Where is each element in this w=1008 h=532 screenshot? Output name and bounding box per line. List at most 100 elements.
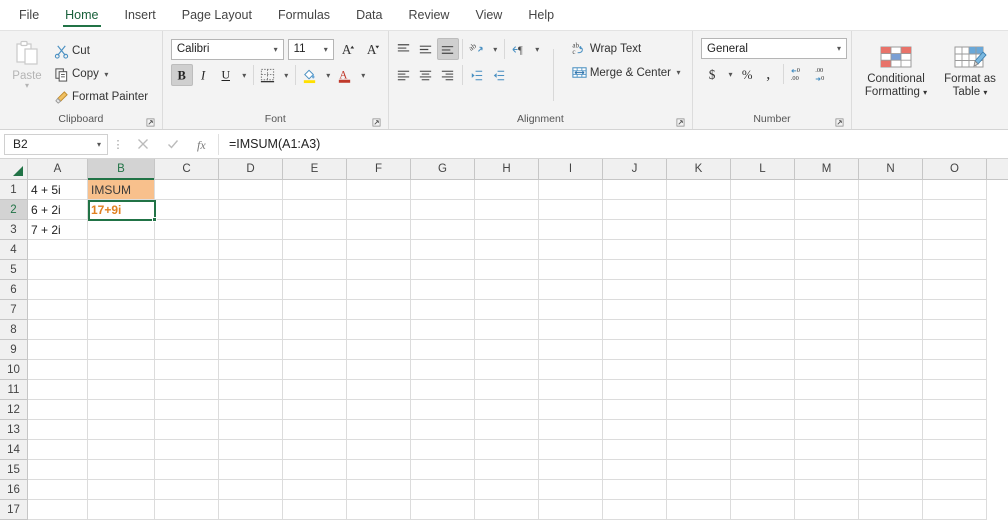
cell-J10[interactable] <box>603 360 667 380</box>
cell-A17[interactable] <box>28 500 88 520</box>
cell-L5[interactable] <box>731 260 795 280</box>
underline-caret-icon[interactable]: ▾ <box>239 71 250 80</box>
cell-D7[interactable] <box>219 300 283 320</box>
cell-G2[interactable] <box>411 200 475 220</box>
row-header-3[interactable]: 3 <box>0 220 28 240</box>
cell-K9[interactable] <box>667 340 731 360</box>
tab-page-layout[interactable]: Page Layout <box>169 0 265 30</box>
cell-M8[interactable] <box>795 320 859 340</box>
cell-N7[interactable] <box>859 300 923 320</box>
cell-A11[interactable] <box>28 380 88 400</box>
cell-L9[interactable] <box>731 340 795 360</box>
column-header-L[interactable]: L <box>731 159 795 179</box>
cell-G17[interactable] <box>411 500 475 520</box>
increase-indent-button[interactable] <box>488 64 510 86</box>
cell-A15[interactable] <box>28 460 88 480</box>
cell-D14[interactable] <box>219 440 283 460</box>
cell-K1[interactable] <box>667 180 731 200</box>
cell-B14[interactable] <box>88 440 155 460</box>
cell-H14[interactable] <box>475 440 539 460</box>
cell-K13[interactable] <box>667 420 731 440</box>
currency-caret-icon[interactable]: ▾ <box>725 70 736 79</box>
cell-F13[interactable] <box>347 420 411 440</box>
row-header-12[interactable]: 12 <box>0 400 28 420</box>
cell-L4[interactable] <box>731 240 795 260</box>
cell-O5[interactable] <box>923 260 987 280</box>
cell-A6[interactable] <box>28 280 88 300</box>
cell-B16[interactable] <box>88 480 155 500</box>
cell-H17[interactable] <box>475 500 539 520</box>
cell-F11[interactable] <box>347 380 411 400</box>
column-header-M[interactable]: M <box>795 159 859 179</box>
cell-E3[interactable] <box>283 220 347 240</box>
cell-J8[interactable] <box>603 320 667 340</box>
cell-O11[interactable] <box>923 380 987 400</box>
cell-M9[interactable] <box>795 340 859 360</box>
cell-C11[interactable] <box>155 380 219 400</box>
cell-L14[interactable] <box>731 440 795 460</box>
cell-O17[interactable] <box>923 500 987 520</box>
conditional-formatting-button[interactable]: Conditional Formatting ▾ <box>862 41 930 100</box>
cell-I10[interactable] <box>539 360 603 380</box>
font-size-combo[interactable]: 11 ▾ <box>287 38 334 60</box>
cell-M11[interactable] <box>795 380 859 400</box>
cell-M15[interactable] <box>795 460 859 480</box>
cell-I1[interactable] <box>539 180 603 200</box>
cell-K5[interactable] <box>667 260 731 280</box>
cell-N6[interactable] <box>859 280 923 300</box>
tab-data[interactable]: Data <box>343 0 395 30</box>
cell-B10[interactable] <box>88 360 155 380</box>
orientation-button[interactable]: ab <box>466 38 488 60</box>
cell-L12[interactable] <box>731 400 795 420</box>
cell-L6[interactable] <box>731 280 795 300</box>
cell-G10[interactable] <box>411 360 475 380</box>
cell-E7[interactable] <box>283 300 347 320</box>
paste-caret-icon[interactable]: ▾ <box>25 82 29 90</box>
row-header-1[interactable]: 1 <box>0 180 28 200</box>
cell-A12[interactable] <box>28 400 88 420</box>
cell-H3[interactable] <box>475 220 539 240</box>
cell-I16[interactable] <box>539 480 603 500</box>
cell-M4[interactable] <box>795 240 859 260</box>
cell-E14[interactable] <box>283 440 347 460</box>
cell-N3[interactable] <box>859 220 923 240</box>
tab-file[interactable]: File <box>6 0 52 30</box>
column-header-N[interactable]: N <box>859 159 923 179</box>
row-header-6[interactable]: 6 <box>0 280 28 300</box>
cell-N11[interactable] <box>859 380 923 400</box>
cell-E10[interactable] <box>283 360 347 380</box>
align-center-button[interactable] <box>415 64 437 86</box>
cell-J11[interactable] <box>603 380 667 400</box>
comma-style-button[interactable]: , <box>758 63 780 85</box>
column-header-H[interactable]: H <box>475 159 539 179</box>
alignment-dialog-launcher[interactable] <box>676 118 685 127</box>
cell-F4[interactable] <box>347 240 411 260</box>
cell-D5[interactable] <box>219 260 283 280</box>
cell-C9[interactable] <box>155 340 219 360</box>
cell-B4[interactable] <box>88 240 155 260</box>
cell-B3[interactable] <box>88 220 155 240</box>
cell-A14[interactable] <box>28 440 88 460</box>
cell-F8[interactable] <box>347 320 411 340</box>
cell-I13[interactable] <box>539 420 603 440</box>
row-header-5[interactable]: 5 <box>0 260 28 280</box>
cell-B2[interactable]: 17+9i <box>88 200 155 220</box>
cell-G1[interactable] <box>411 180 475 200</box>
cell-C3[interactable] <box>155 220 219 240</box>
cell-I17[interactable] <box>539 500 603 520</box>
cell-F5[interactable] <box>347 260 411 280</box>
row-header-7[interactable]: 7 <box>0 300 28 320</box>
cell-D12[interactable] <box>219 400 283 420</box>
cell-D11[interactable] <box>219 380 283 400</box>
percent-button[interactable]: % <box>736 63 758 85</box>
cell-D10[interactable] <box>219 360 283 380</box>
cell-I5[interactable] <box>539 260 603 280</box>
column-header-F[interactable]: F <box>347 159 411 179</box>
row-header-16[interactable]: 16 <box>0 480 28 500</box>
cell-F1[interactable] <box>347 180 411 200</box>
cell-H13[interactable] <box>475 420 539 440</box>
increase-font-size-button[interactable]: A <box>338 38 359 60</box>
cell-G11[interactable] <box>411 380 475 400</box>
cell-B5[interactable] <box>88 260 155 280</box>
cell-O10[interactable] <box>923 360 987 380</box>
